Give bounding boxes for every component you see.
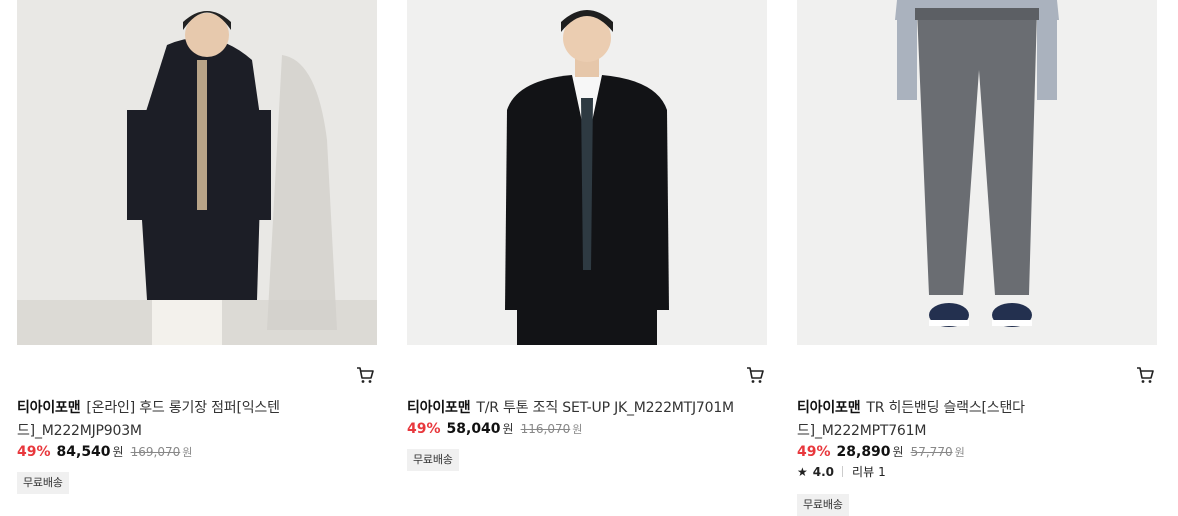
brand-name: 티아이포맨 xyxy=(797,400,861,416)
cart-icon xyxy=(357,367,374,383)
original-price: 57,770 xyxy=(910,445,953,459)
star-icon: ★ xyxy=(797,464,808,479)
cart-icon xyxy=(1137,367,1154,383)
product-title[interactable]: 티아이포맨 [온라인] 후드 롱기장 점퍼[익스텐드]_M222MJP903M xyxy=(17,397,347,443)
rating-score: 4.0 xyxy=(812,464,835,479)
review-count: 1 xyxy=(878,464,886,479)
original-price: 169,070 xyxy=(130,445,181,459)
currency-label: 원 xyxy=(502,422,514,436)
sale-price: 58,040 xyxy=(446,421,501,437)
product-card[interactable]: 티아이포맨 [온라인] 후드 롱기장 점퍼[익스텐드]_M222MJP903M 4… xyxy=(17,0,377,494)
add-to-cart-button[interactable] xyxy=(1135,365,1155,385)
product-card[interactable]: 티아이포맨 T/R 투톤 조직 SET-UP JK_M222MTJ701M 49%… xyxy=(407,0,767,471)
free-shipping-badge: 무료배송 xyxy=(17,472,69,494)
product-image[interactable] xyxy=(407,0,767,345)
product-title[interactable]: 티아이포맨 TR 히든밴딩 슬랙스[스탠다드]_M222MPT761M xyxy=(797,397,1127,443)
sale-price: 84,540 xyxy=(56,444,111,460)
cart-icon xyxy=(747,367,764,383)
original-currency-label: 원 xyxy=(182,446,193,459)
discount-rate: 49% xyxy=(797,444,831,460)
original-currency-label: 원 xyxy=(572,423,583,436)
brand-name: 티아이포맨 xyxy=(407,400,471,416)
product-image[interactable] xyxy=(797,0,1157,345)
product-name: T/R 투톤 조직 SET-UP JK_M222MTJ701M xyxy=(476,400,734,416)
currency-label: 원 xyxy=(112,445,124,459)
free-shipping-badge: 무료배송 xyxy=(797,494,849,516)
original-currency-label: 원 xyxy=(954,446,965,459)
free-shipping-badge: 무료배송 xyxy=(407,449,459,471)
add-to-cart-button[interactable] xyxy=(745,365,765,385)
price-row: 49% 58,040 원 116,070 원 xyxy=(407,420,582,437)
discount-rate: 49% xyxy=(407,421,441,437)
divider xyxy=(842,466,844,477)
currency-label: 원 xyxy=(892,445,904,459)
price-row: 49% 28,890 원 57,770 원 xyxy=(797,443,965,460)
rating-row: ★ 4.0 리뷰 1 xyxy=(797,463,886,480)
brand-name: 티아이포맨 xyxy=(17,400,81,416)
product-title[interactable]: 티아이포맨 T/R 투톤 조직 SET-UP JK_M222MTJ701M xyxy=(407,397,767,420)
price-row: 49% 84,540 원 169,070 원 xyxy=(17,443,192,460)
review-label: 리뷰 xyxy=(852,465,875,479)
sale-price: 28,890 xyxy=(836,444,891,460)
original-price: 116,070 xyxy=(520,422,571,436)
product-image[interactable] xyxy=(17,0,377,345)
discount-rate: 49% xyxy=(17,444,51,460)
add-to-cart-button[interactable] xyxy=(355,365,375,385)
product-card[interactable]: 티아이포맨 TR 히든밴딩 슬랙스[스탠다드]_M222MPT761M 49% 2… xyxy=(797,0,1157,516)
